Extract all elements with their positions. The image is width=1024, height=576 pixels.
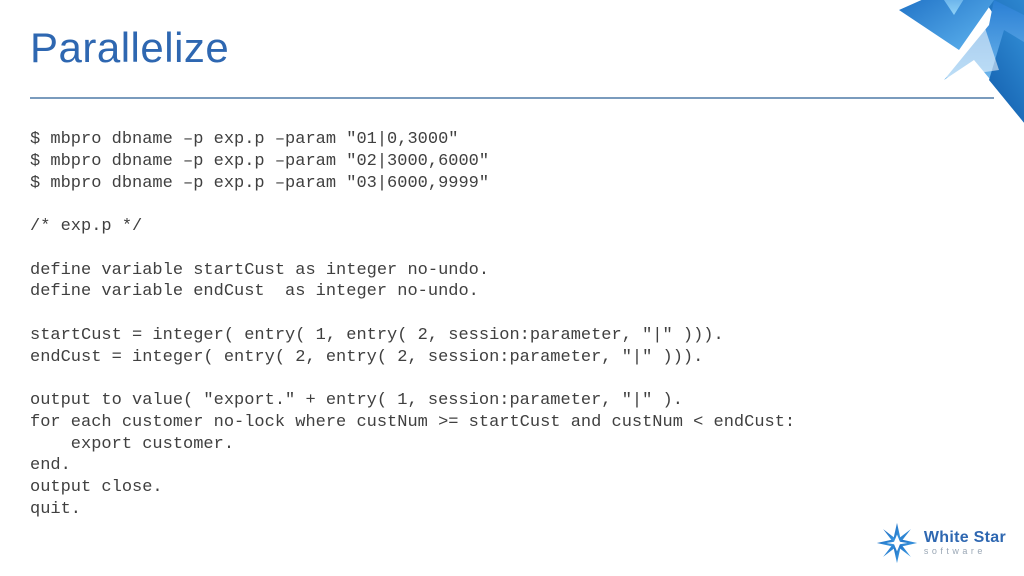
logo-name: White Star — [924, 530, 1006, 546]
page-title: Parallelize — [30, 24, 229, 72]
logo-text: White Star software — [924, 530, 1006, 556]
logo-sub: software — [924, 547, 1006, 556]
code-block: $ mbpro dbname –p exp.p –param "01|0,300… — [30, 129, 994, 521]
corner-star-ornament — [794, 0, 1024, 140]
star-icon — [876, 522, 918, 564]
footer-logo: White Star software — [876, 522, 1006, 564]
title-divider — [30, 97, 994, 99]
slide: Parallelize $ mbpro dbname –p exp.p –par… — [0, 0, 1024, 576]
